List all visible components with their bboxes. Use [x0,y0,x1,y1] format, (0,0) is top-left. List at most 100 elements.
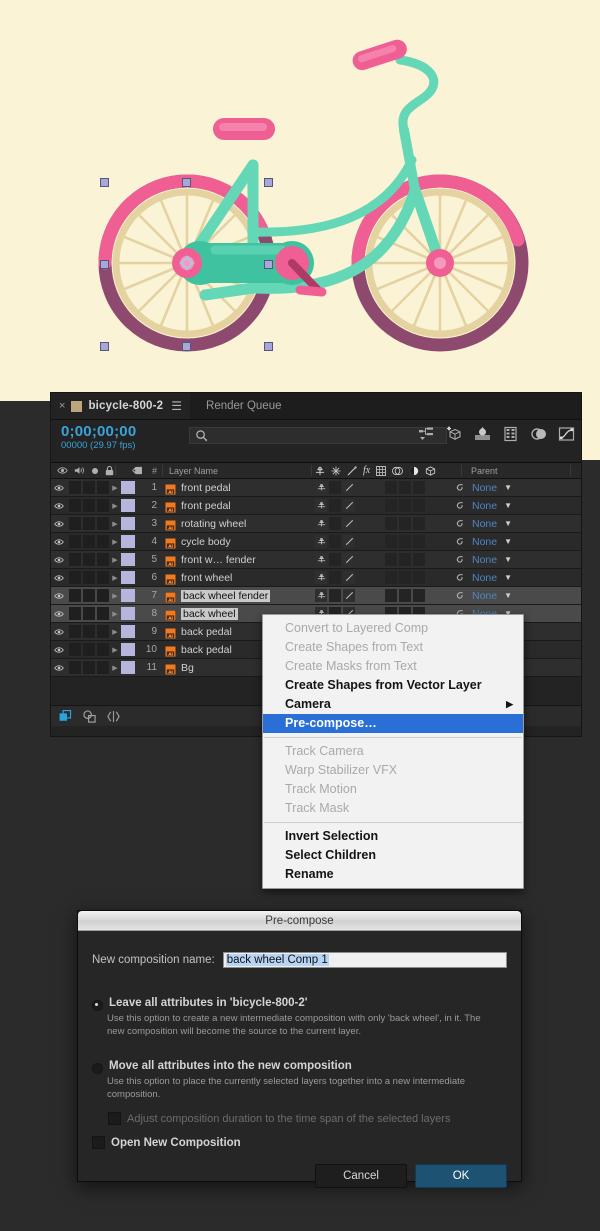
label-color-icon[interactable] [131,466,143,475]
layer-lock-switch[interactable] [97,553,109,566]
layer-expand-triangle-icon[interactable]: ▶ [109,628,121,636]
search-input[interactable] [189,427,447,444]
layer-solo-switch[interactable] [83,661,95,674]
current-timecode[interactable]: 0;00;00;00 [61,424,136,440]
layer-visibility-icon[interactable] [51,484,67,492]
layer-fx-toggle[interactable] [357,535,369,548]
layer-audio-switch[interactable] [69,643,81,656]
layer-name-text[interactable]: back pedal [181,644,232,656]
adjust-duration-checkbox[interactable] [108,1112,121,1125]
layer-parent-value[interactable]: None [472,482,497,494]
layer-fx-toggle[interactable] [357,517,369,530]
layer-label-color[interactable] [121,661,135,674]
parent-pickwhip-icon[interactable] [455,555,465,565]
panel-menu-icon[interactable]: ☰ [171,399,182,413]
quality-icon[interactable] [331,465,341,476]
audio-switch-icon[interactable] [74,466,85,475]
layer-audio-switch[interactable] [69,517,81,530]
layer-switch-group[interactable] [315,553,425,566]
layer-parent-value[interactable]: None [472,554,497,566]
option-leave-all-attributes[interactable]: Leave all attributes in 'bicycle-800-2' … [92,997,507,1038]
layer-visibility-icon[interactable] [51,502,67,510]
composition-viewer[interactable] [0,0,600,460]
effects-icon[interactable] [347,465,357,476]
frame-blend-icon[interactable] [376,465,387,476]
layer-fx-toggle[interactable] [357,499,369,512]
layer-audio-switch[interactable] [69,571,81,584]
layer-lock-switch[interactable] [97,499,109,512]
layer-context-menu[interactable]: Convert to Layered Comp Create Shapes fro… [262,614,524,889]
shy-icon[interactable] [530,426,547,442]
menu-item[interactable]: Invert Selection [263,827,523,846]
layer-fx-toggle[interactable] [357,589,369,602]
layer-audio-switch[interactable] [69,553,81,566]
layer-switch-group[interactable] [315,571,425,584]
ok-button[interactable]: OK [415,1164,507,1188]
layer-effects-toggle[interactable] [343,571,355,584]
layer-solo-switch[interactable] [83,535,95,548]
layer-3d-toggle[interactable] [315,553,327,566]
chevron-down-icon[interactable]: ▼ [504,519,512,528]
layer-3d-toggle[interactable] [315,589,327,602]
fx-icon[interactable]: fx [363,465,370,476]
layer-label-color[interactable] [121,625,135,638]
close-icon[interactable]: × [59,400,65,412]
layer-switch-cell[interactable] [399,535,411,548]
adjustment-layer-icon[interactable] [409,466,419,476]
layer-expand-triangle-icon[interactable]: ▶ [109,574,121,582]
layer-switch-group[interactable] [315,499,425,512]
layer-visibility-icon[interactable] [51,556,67,564]
anchor-icon[interactable] [315,466,325,476]
frame-blending-icon[interactable] [502,426,519,442]
menu-item[interactable]: Create Shapes from Vector Layer [263,676,523,695]
chevron-down-icon[interactable]: ▼ [504,537,512,546]
layer-switch-cell[interactable] [385,571,397,584]
layer-lock-switch[interactable] [97,481,109,494]
layer-expand-triangle-icon[interactable]: ▶ [109,664,121,672]
layer-quality-toggle[interactable] [329,535,341,548]
radio-leave-all-attributes[interactable] [92,1000,103,1011]
layer-name-text[interactable]: back pedal [181,626,232,638]
layer-parent-cell[interactable]: None ▼ [455,554,512,566]
layer-solo-switch[interactable] [83,481,95,494]
tab-render-queue[interactable]: Render Queue [190,393,297,419]
layer-label-color[interactable] [121,481,135,494]
layer-effects-toggle[interactable] [343,517,355,530]
layer-switch-group[interactable] [315,535,425,548]
layer-name-text[interactable]: rotating wheel [181,518,246,530]
layer-switch-cell[interactable] [385,481,397,494]
video-switch-icon[interactable] [57,466,68,475]
selection-handle-bl[interactable] [100,342,109,351]
layer-3d-toggle[interactable] [315,499,327,512]
3d-layer-icon[interactable] [425,465,436,476]
layer-visibility-icon[interactable] [51,592,67,600]
layer-solo-switch[interactable] [83,553,95,566]
open-new-composition-row[interactable]: Open New Composition [92,1136,507,1149]
layer-name-text[interactable]: front wheel [181,572,232,584]
table-row[interactable]: ▶ 2 Ai front pedal None ▼ [51,497,581,515]
layer-parent-value[interactable]: None [472,536,497,548]
adjust-duration-row[interactable]: Adjust composition duration to the time … [108,1112,507,1125]
layer-switch-group[interactable] [315,517,425,530]
layer-solo-switch[interactable] [83,607,95,620]
layer-frameblend-toggle[interactable] [371,481,383,494]
table-row[interactable]: ▶ 1 Ai front pedal None ▼ [51,479,581,497]
layer-switch-cell[interactable] [399,589,411,602]
layer-quality-toggle[interactable] [329,499,341,512]
composition-mini-flowchart-icon[interactable] [418,426,435,442]
layer-effects-toggle[interactable] [343,553,355,566]
layer-name-text[interactable]: front pedal [181,482,231,494]
selection-handle-mr[interactable] [264,260,273,269]
layer-3d-toggle[interactable] [315,517,327,530]
selection-handle-tr[interactable] [264,178,273,187]
layer-frameblend-toggle[interactable] [371,553,383,566]
layer-solo-switch[interactable] [83,643,95,656]
layer-name-text[interactable]: back wheel [181,607,238,620]
timeline-tab-bar[interactable]: × bicycle-800-2 ☰ Render Queue [51,393,581,420]
menu-item[interactable]: Pre-compose… [263,714,523,733]
menu-item[interactable]: Camera ▶ [263,695,523,714]
layer-parent-cell[interactable]: None ▼ [455,590,512,602]
precompose-dialog[interactable]: Pre-compose New composition name: back w… [77,910,522,1188]
layer-label-color[interactable] [121,607,135,620]
timeline-toolbar[interactable]: 0;00;00;00 00000 (29.97 fps) [51,420,581,463]
